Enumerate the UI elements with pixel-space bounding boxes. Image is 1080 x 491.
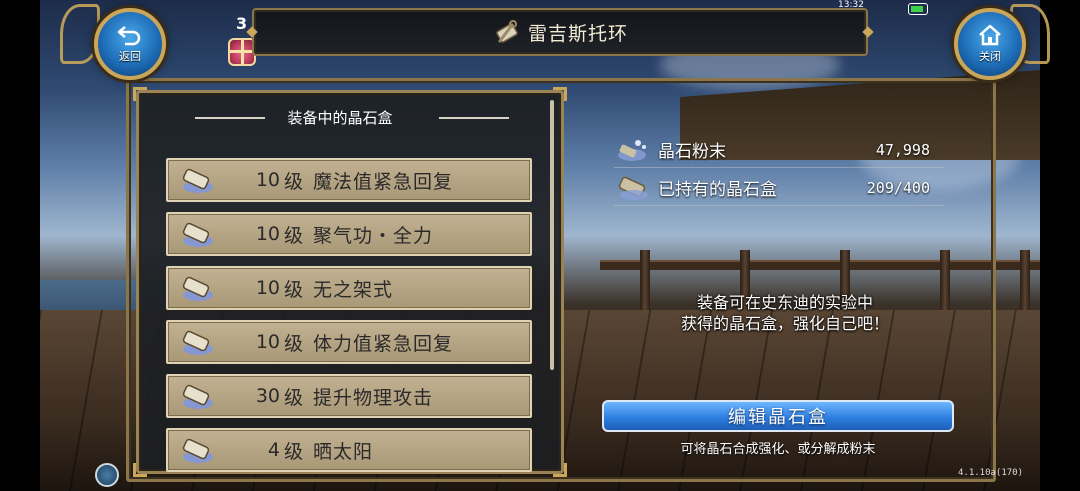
crystal-box-icon	[618, 176, 648, 200]
return-arrow-icon	[117, 26, 141, 46]
letterbox-left	[0, 0, 40, 491]
item-level-suffix: 级	[284, 332, 304, 355]
battery-icon	[908, 3, 928, 15]
owned-boxes-row: 已持有的晶石盒 209/400	[614, 170, 944, 206]
crystal-list-item[interactable]: 4 级晒太阳	[166, 428, 532, 472]
item-name: 晒太阳	[313, 440, 374, 463]
item-level: 10	[255, 331, 280, 353]
crystal-box-icon	[182, 276, 213, 301]
crystal-box-icon	[182, 222, 213, 247]
frame-ornament	[60, 4, 100, 64]
crystal-box-icon	[182, 438, 213, 463]
owned-boxes-label: 已持有的晶石盒	[658, 180, 777, 200]
home-icon	[979, 24, 1001, 46]
crystal-list-item[interactable]: 10 级无之架式	[166, 266, 532, 310]
item-name: 魔法值紧急回复	[313, 170, 454, 193]
crystal-box-icon	[182, 168, 213, 193]
item-level: 10	[255, 223, 280, 245]
item-level: 4	[267, 439, 280, 461]
item-name: 聚气功・全力	[313, 224, 434, 247]
gift-count: 3	[236, 14, 248, 33]
item-level-suffix: 级	[284, 440, 304, 463]
crystal-list-item[interactable]: 10 级体力值紧急回复	[166, 320, 532, 364]
crystal-powder-row: 晶石粉末 47,998	[614, 132, 944, 168]
crystal-list-item[interactable]: 10 级聚气功・全力	[166, 212, 532, 256]
version-label: 4.1.10a(170)	[958, 468, 1024, 478]
item-name: 体力值紧急回复	[313, 332, 454, 355]
back-button[interactable]: 返回	[94, 8, 166, 80]
panel-corner	[133, 87, 147, 101]
item-level-suffix: 级	[284, 224, 304, 247]
item-level-suffix: 级	[284, 170, 304, 193]
panel-corner	[553, 87, 567, 101]
close-button[interactable]: 关闭	[954, 8, 1026, 80]
letterbox-right	[1040, 0, 1080, 491]
crystal-powder-value: 47,998	[875, 140, 930, 159]
panel-corner	[133, 463, 147, 477]
title-divider	[439, 117, 509, 119]
owned-boxes-value: 209/400	[866, 178, 930, 197]
crystal-box-icon	[182, 330, 213, 355]
edit-crystal-box-button[interactable]: 编辑晶石盒	[602, 400, 954, 432]
page-header: 雷吉斯托环	[246, 8, 874, 56]
item-level-suffix: 级	[284, 386, 304, 409]
crystal-powder-icon	[618, 139, 646, 161]
crystal-box-icon	[182, 384, 213, 409]
edit-hint-text: 可将晶石合成强化、或分解成粉末	[680, 442, 876, 457]
close-label: 关闭	[979, 50, 1001, 63]
item-level-suffix: 级	[284, 278, 304, 301]
crystal-powder-label: 晶石粉末	[658, 142, 726, 162]
item-level: 30	[255, 385, 280, 407]
info-line-1: 装备可在史东迪的实验中	[696, 293, 873, 312]
chat-bubble-icon[interactable]	[95, 463, 119, 487]
panel-corner	[553, 463, 567, 477]
info-line-2: 获得的晶石盒，强化自己吧！	[680, 314, 889, 333]
crystal-list-item[interactable]: 10 级魔法值紧急回复	[166, 158, 532, 202]
back-label: 返回	[119, 50, 141, 63]
item-name: 提升物理攻击	[313, 386, 434, 409]
info-message: 装备可在史东迪的实验中 获得的晶石盒，强化自己吧！	[620, 292, 950, 334]
wrench-scroll-icon	[496, 20, 518, 43]
item-level: 10	[255, 169, 280, 191]
item-name: 无之架式	[313, 278, 394, 301]
item-level: 10	[255, 277, 280, 299]
list-scrollbar[interactable]	[550, 100, 554, 370]
crystal-list-item[interactable]: 30 级提升物理攻击	[166, 374, 532, 418]
page-title: 雷吉斯托环	[527, 22, 628, 45]
